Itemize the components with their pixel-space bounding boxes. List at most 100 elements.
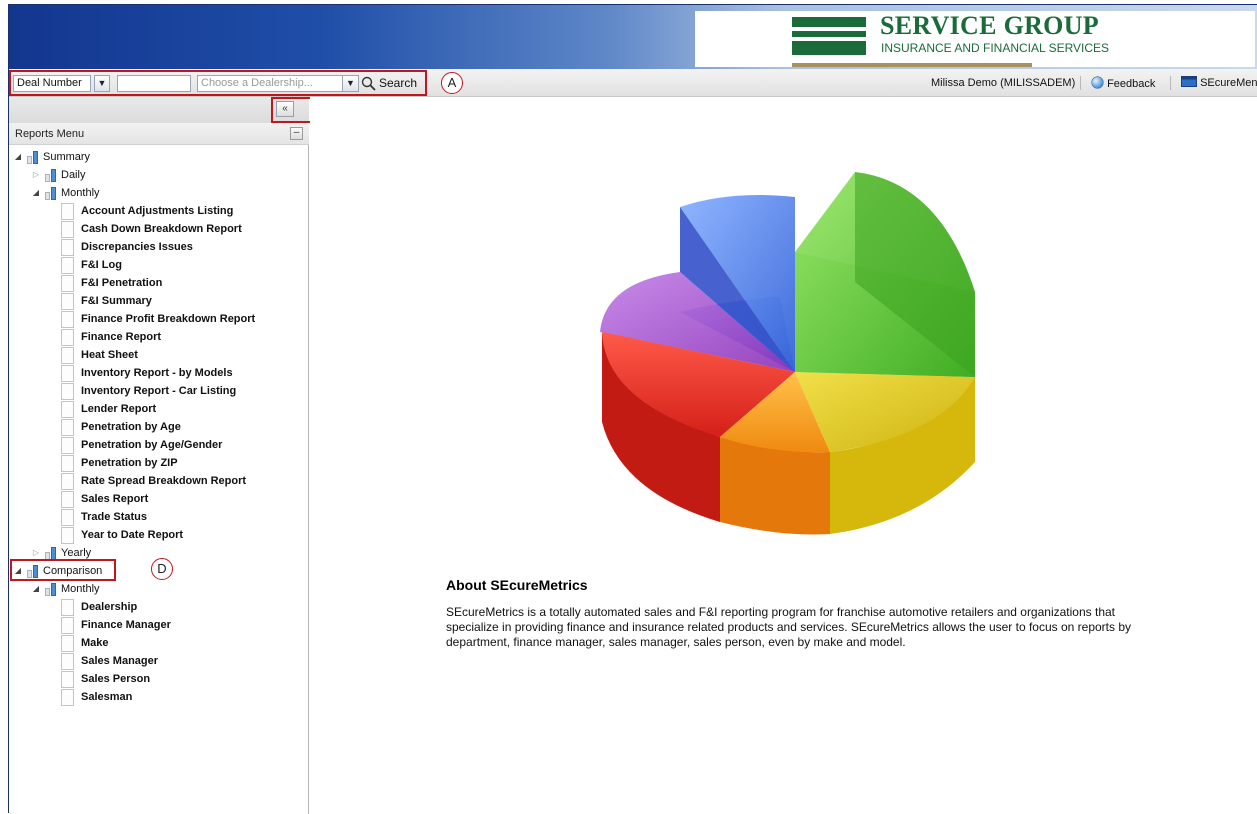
report-item-label: Heat Sheet [81,349,138,361]
sidebar-toolbar: « [9,97,313,123]
report-item[interactable]: Penetration by Age/Gender [61,437,301,455]
report-item[interactable]: Finance Report [61,329,301,347]
about-heading: About SEcureMetrics [446,577,588,593]
folder-icon [45,583,57,596]
report-document-icon [61,599,74,616]
report-document-icon [61,509,74,526]
logo-underline [792,63,1032,67]
main-content: About SEcureMetrics SEcureMetrics is a t… [310,97,1257,814]
tree-node-daily[interactable]: ▷ Daily [31,167,301,185]
company-logo: SERVICE GROUP INSURANCE AND FINANCIAL SE… [695,11,1255,67]
report-document-icon [61,455,74,472]
securemenu-link[interactable]: SEcureMenu [1181,76,1257,90]
report-item-label: Account Adjustments Listing [81,205,234,217]
report-item[interactable]: Cash Down Breakdown Report [61,221,301,239]
report-item-label: Cash Down Breakdown Report [81,223,242,235]
tree-node-monthly[interactable]: ◢ Monthly [31,185,301,203]
report-document-icon [61,617,74,634]
report-document-icon [61,365,74,382]
report-document-icon [61,473,74,490]
report-item-label: Inventory Report - Car Listing [81,385,237,397]
report-item[interactable]: Sales Manager [61,653,301,671]
report-item-label: Penetration by ZIP [81,457,178,469]
report-item[interactable]: Sales Report [61,491,301,509]
report-item[interactable]: Discrepancies Issues [61,239,301,257]
report-item[interactable]: F&I Penetration [61,275,301,293]
report-item[interactable]: Finance Profit Breakdown Report [61,311,301,329]
toolbar-divider [1170,76,1171,90]
report-item[interactable]: Inventory Report - by Models [61,365,301,383]
expanded-triangle-icon[interactable]: ◢ [31,581,41,597]
feedback-globe-icon [1091,76,1104,89]
report-document-icon [61,527,74,544]
feedback-label: Feedback [1107,78,1156,90]
report-item[interactable]: Dealership [61,599,301,617]
annotation-label-a: A [441,72,463,94]
report-item[interactable]: Lender Report [61,401,301,419]
report-item-label: Penetration by Age/Gender [81,439,223,451]
report-document-icon [61,329,74,346]
securemenu-label: SEcureMenu [1200,77,1257,89]
minimize-panel-button[interactable]: – [290,127,303,140]
app-window-icon [1181,76,1197,87]
app-window: SERVICE GROUP INSURANCE AND FINANCIAL SE… [8,4,1257,814]
pie-chart-graphic [600,172,975,535]
report-item-label: F&I Summary [81,295,152,307]
report-document-icon [61,203,74,220]
report-item[interactable]: Year to Date Report [61,527,301,545]
tree-node-label: Monthly [61,583,100,595]
report-item[interactable]: Account Adjustments Listing [61,203,301,221]
report-document-icon [61,221,74,238]
annotation-box-d [10,559,116,581]
report-item[interactable]: Heat Sheet [61,347,301,365]
report-item[interactable]: Salesman [61,689,301,707]
toolbar-divider [1080,76,1081,90]
report-item[interactable]: Finance Manager [61,617,301,635]
report-item[interactable]: Penetration by Age [61,419,301,437]
tree-node-summary[interactable]: ◢ Summary [13,149,303,167]
expanded-triangle-icon[interactable]: ◢ [31,185,41,201]
feedback-link[interactable]: Feedback [1091,76,1155,91]
report-document-icon [61,635,74,652]
top-toolbar: Deal Number ▼ Choose a Dealership... ▼ S… [9,69,1257,97]
expanded-triangle-icon[interactable]: ◢ [13,149,23,165]
report-item[interactable]: F&I Log [61,257,301,275]
report-item-label: Sales Manager [81,655,159,667]
report-item-label: Finance Manager [81,619,171,631]
reports-menu-header: Reports Menu – [9,123,309,145]
report-document-icon [61,689,74,706]
report-item-label: Sales Person [81,673,151,685]
report-item[interactable]: Rate Spread Breakdown Report [61,473,301,491]
report-item[interactable]: Make [61,635,301,653]
report-document-icon [61,257,74,274]
report-document-icon [61,491,74,508]
report-item-label: F&I Log [81,259,122,271]
report-item-label: Inventory Report - by Models [81,367,233,379]
report-item-label: Penetration by Age [81,421,181,433]
annotation-label-d: D [151,558,173,580]
report-item[interactable]: Inventory Report - Car Listing [61,383,301,401]
report-item[interactable]: Trade Status [61,509,301,527]
report-document-icon [61,671,74,688]
reports-sidebar: « Reports Menu – ◢ Summary ▷ Daily ◢ Mon… [9,97,313,814]
tree-node-comparison-monthly[interactable]: ◢ Monthly [31,581,301,599]
collapsed-triangle-icon[interactable]: ▷ [31,167,41,183]
report-item-label: Sales Report [81,493,149,505]
report-item-label: Rate Spread Breakdown Report [81,475,247,487]
report-document-icon [61,275,74,292]
header-banner: SERVICE GROUP INSURANCE AND FINANCIAL SE… [9,5,1257,69]
report-document-icon [61,347,74,364]
report-item[interactable]: F&I Summary [61,293,301,311]
report-document-icon [61,311,74,328]
report-document-icon [61,293,74,310]
report-item-label: Salesman [81,691,133,703]
report-item-label: Year to Date Report [81,529,184,541]
report-document-icon [61,653,74,670]
report-item[interactable]: Penetration by ZIP [61,455,301,473]
logo-mark-icon [792,17,866,55]
report-item-label: Make [81,637,109,649]
annotation-box-a [9,70,427,96]
report-item[interactable]: Sales Person [61,671,301,689]
annotation-box-c [271,97,313,123]
report-item-label: F&I Penetration [81,277,163,289]
